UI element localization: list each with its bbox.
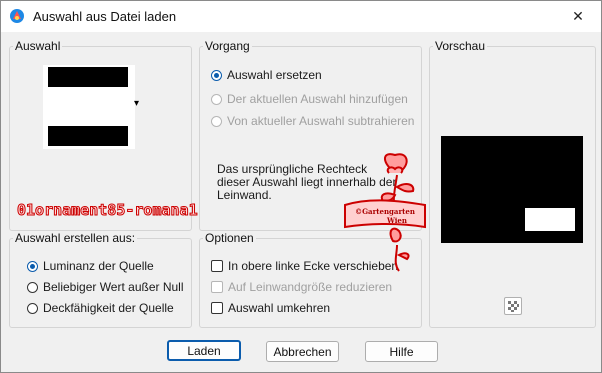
auswahl-legend: Auswahl <box>15 39 61 53</box>
check-auswahl-umkehren[interactable]: Auswahl umkehren <box>211 301 330 315</box>
preview-selection-rect <box>525 208 575 231</box>
radio-indicator <box>27 302 38 314</box>
radio-indicator <box>27 260 38 272</box>
seal-line-2: Wien <box>386 216 407 225</box>
title-bar: Auswahl aus Datei laden ✕ <box>1 1 601 32</box>
checkbox-indicator <box>211 302 223 314</box>
radio-deckfaehigkeit[interactable]: Deckfähigkeit der Quelle <box>27 301 174 315</box>
radio-label: Auswahl ersetzen <box>227 68 322 82</box>
radio-label: Deckfähigkeit der Quelle <box>43 301 174 315</box>
radio-luminanz[interactable]: Luminanz der Quelle <box>27 259 154 273</box>
erstellen-legend: Auswahl erstellen aus: <box>15 231 136 245</box>
radio-auswahl-hinzufuegen[interactable]: Der aktuellen Auswahl hinzufügen <box>211 92 408 106</box>
radio-label: Luminanz der Quelle <box>43 259 154 273</box>
vorschau-legend: Vorschau <box>435 39 486 53</box>
radio-indicator <box>27 281 38 293</box>
checkbox-indicator <box>211 281 223 293</box>
radio-auswahl-subtrahieren[interactable]: Von aktueller Auswahl subtrahieren <box>211 114 414 128</box>
radio-beliebiger-wert[interactable]: Beliebiger Wert außer Null <box>27 280 184 294</box>
laden-button[interactable]: Laden <box>167 340 241 361</box>
optionen-legend: Optionen <box>205 231 254 245</box>
radio-label: Der aktuellen Auswahl hinzufügen <box>227 92 408 106</box>
thumbnail-bottom-bar <box>48 126 128 146</box>
dialog-window: Auswahl aus Datei laden ✕ Auswahl ▾ Vorg… <box>0 0 602 373</box>
radio-label: Von aktueller Auswahl subtrahieren <box>227 114 415 128</box>
vorgang-legend: Vorgang <box>205 39 250 53</box>
chevron-down-icon[interactable]: ▾ <box>134 98 139 109</box>
paint-app-icon <box>10 9 24 23</box>
thumbnail-top-bar <box>48 67 128 87</box>
seal-line-1: ©Gartengarten <box>355 207 415 216</box>
close-button[interactable]: ✕ <box>555 1 601 32</box>
radio-indicator <box>211 69 222 81</box>
radio-indicator <box>211 115 222 127</box>
hilfe-button[interactable]: Hilfe <box>365 341 438 362</box>
selection-thumbnail[interactable] <box>43 65 135 149</box>
preview-canvas <box>441 136 583 243</box>
flower-seal-watermark: ©Gartengarten Wien <box>344 153 426 272</box>
close-icon: ✕ <box>572 8 584 24</box>
checkbox-label: Auswahl umkehren <box>228 301 331 315</box>
radio-label: Beliebiger Wert außer Null <box>43 280 184 294</box>
abbrechen-button[interactable]: Abbrechen <box>266 341 339 362</box>
radio-indicator <box>211 93 222 105</box>
window-title: Auswahl aus Datei laden <box>33 9 177 24</box>
checkerboard-glyph <box>508 301 519 312</box>
watermark-text: 01ornament85-romana1 <box>17 201 199 220</box>
radio-auswahl-ersetzen[interactable]: Auswahl ersetzen <box>211 68 322 82</box>
checkerboard-icon[interactable] <box>504 297 522 315</box>
checkbox-label: Auf Leinwandgröße reduzieren <box>228 280 393 294</box>
checkbox-indicator <box>211 260 223 272</box>
check-leinwandgroesse[interactable]: Auf Leinwandgröße reduzieren <box>211 280 392 294</box>
